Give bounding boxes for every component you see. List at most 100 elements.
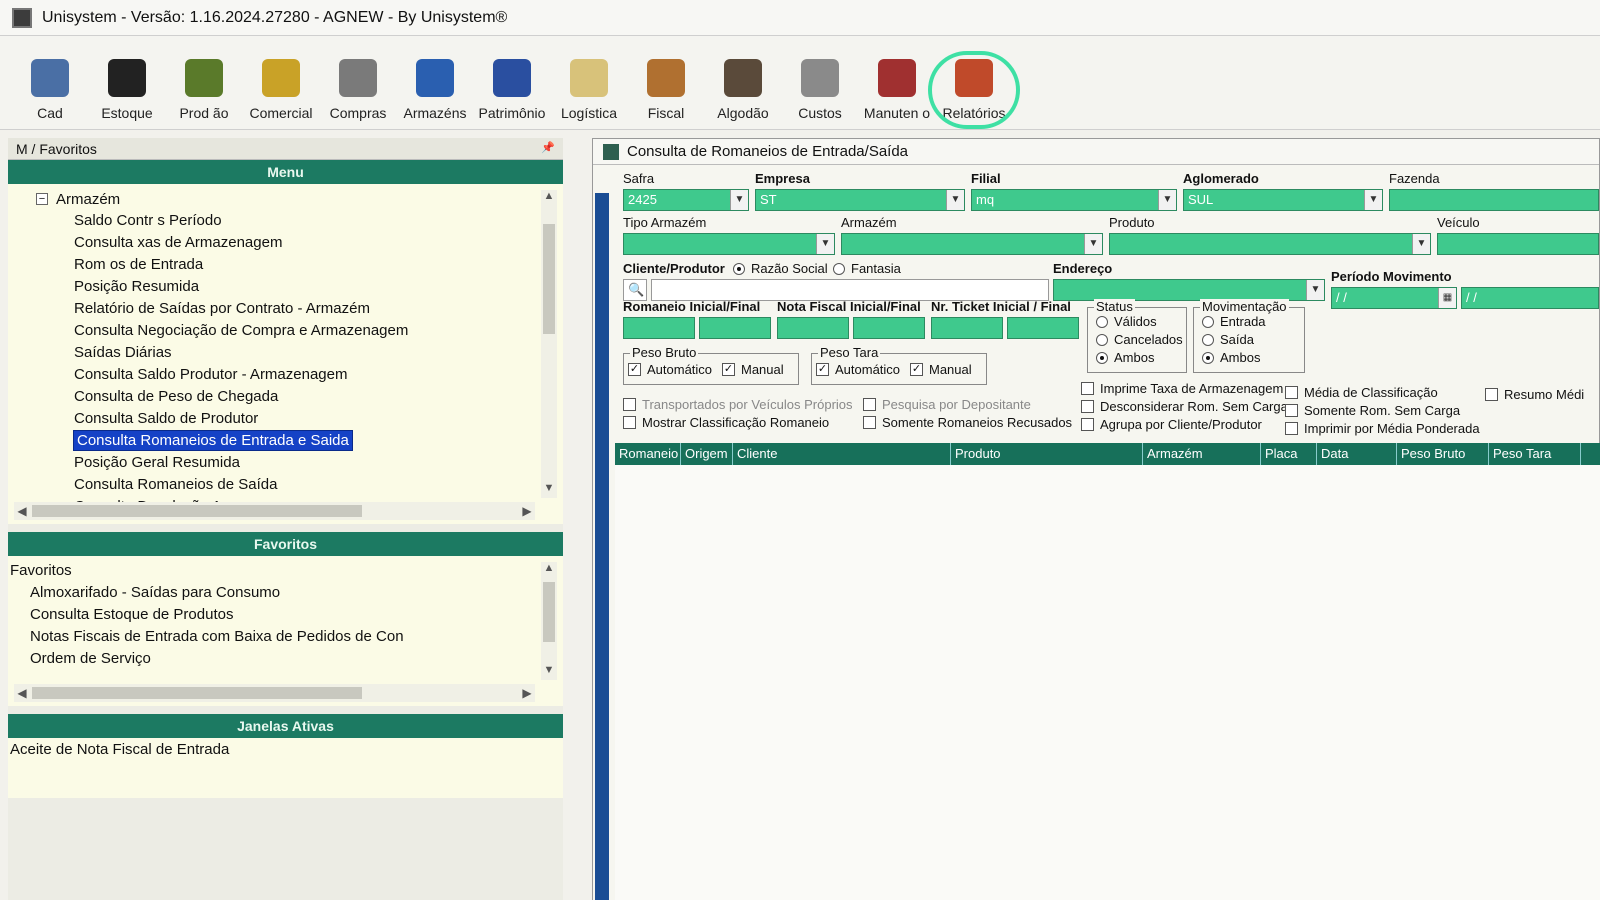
active-window-item[interactable]: Aceite de Nota Fiscal de Entrada — [8, 738, 563, 761]
razao-social-radio[interactable]: Razão Social — [733, 261, 828, 276]
peso-bruto-manual-checkbox[interactable]: ✓ Manual — [722, 362, 784, 377]
favorite-item[interactable]: Consulta Estoque de Produtos — [8, 604, 535, 626]
mov-saida-radio[interactable]: Saída — [1202, 332, 1254, 347]
favorites-vertical-scrollbar[interactable]: ▲ ▼ — [541, 562, 557, 680]
endereco-select[interactable]: ▼ — [1053, 279, 1325, 301]
nota-fiscal-inicial-input[interactable] — [777, 317, 849, 339]
favorites-horizontal-scrollbar[interactable]: ◀ ▶ — [14, 684, 535, 702]
scroll-left-icon[interactable]: ◀ — [14, 684, 30, 702]
scroll-thumb[interactable] — [543, 582, 555, 642]
menu-item[interactable]: Rom os de Entrada — [36, 254, 537, 276]
menu-item[interactable]: Consulta Romaneios de Saída — [36, 474, 537, 496]
date-from-input[interactable]: / / ▦ — [1331, 287, 1457, 309]
fantasia-radio[interactable]: Fantasia — [833, 261, 901, 276]
chevron-down-icon[interactable]: ▼ — [730, 190, 748, 210]
toolbar-button-7[interactable]: Logística — [551, 59, 627, 121]
toolbar-button-10[interactable]: Custos — [782, 59, 858, 121]
scroll-up-icon[interactable]: ▲ — [541, 190, 557, 206]
fazenda-select[interactable] — [1389, 189, 1599, 211]
toolbar-button-4[interactable]: Compras — [320, 59, 396, 121]
scroll-up-icon[interactable]: ▲ — [541, 562, 557, 578]
status-validos-radio[interactable]: Válidos — [1096, 314, 1157, 329]
scroll-right-icon[interactable]: ▶ — [519, 684, 535, 702]
peso-bruto-automatico-checkbox[interactable]: ✓ Automático — [628, 362, 712, 377]
pesquisa-depositante-checkbox[interactable]: Pesquisa por Depositante — [863, 397, 1031, 412]
menu-item[interactable]: Posição Resumida — [36, 276, 537, 298]
toolbar-button-8[interactable]: Fiscal — [628, 59, 704, 121]
column-header[interactable]: Armazém — [1143, 443, 1261, 465]
tipo-armazem-select[interactable]: ▼ — [623, 233, 835, 255]
aglomerado-select[interactable]: SUL ▼ — [1183, 189, 1383, 211]
menu-item[interactable]: Relatório de Saídas por Contrato - Armaz… — [36, 298, 537, 320]
menu-item[interactable]: Consulta xas de Armazenagem — [36, 232, 537, 254]
date-to-input[interactable]: / / — [1461, 287, 1599, 309]
empresa-select[interactable]: ST ▼ — [755, 189, 965, 211]
column-header[interactable]: Cliente — [733, 443, 951, 465]
mostrar-classificacao-checkbox[interactable]: Mostrar Classificação Romaneio — [623, 415, 829, 430]
chevron-down-icon[interactable]: ▼ — [1412, 234, 1430, 254]
menu-item[interactable]: Saldo Contr s Período — [36, 210, 537, 232]
toolbar-button-2[interactable]: Prod ão — [166, 59, 242, 121]
menu-vertical-scrollbar[interactable]: ▲ ▼ — [541, 190, 557, 498]
scroll-thumb[interactable] — [32, 505, 362, 517]
safra-select[interactable]: 2425 ▼ — [623, 189, 749, 211]
favorite-item[interactable]: Notas Fiscais de Entrada com Baixa de Pe… — [8, 626, 535, 648]
calendar-icon[interactable]: ▦ — [1438, 288, 1456, 308]
toolbar-button-1[interactable]: Estoque — [89, 59, 165, 121]
veiculo-select[interactable] — [1437, 233, 1599, 255]
menu-item[interactable]: Posição Geral Resumida — [36, 452, 537, 474]
scroll-thumb[interactable] — [543, 224, 555, 334]
column-header[interactable]: Origem — [681, 443, 733, 465]
favorite-item[interactable]: Ordem de Serviço — [8, 648, 535, 670]
ticket-inicial-input[interactable] — [931, 317, 1003, 339]
peso-tara-automatico-checkbox[interactable]: ✓ Automático — [816, 362, 900, 377]
nota-fiscal-final-input[interactable] — [853, 317, 925, 339]
menu-item[interactable]: Consulta Romaneios de Entrada e Saida — [36, 430, 537, 452]
chevron-down-icon[interactable]: ▼ — [816, 234, 834, 254]
menu-horizontal-scrollbar[interactable]: ◀ ▶ — [14, 502, 535, 520]
collapse-icon[interactable]: − — [36, 193, 48, 205]
favorite-item[interactable]: Almoxarifado - Saídas para Consumo — [8, 582, 535, 604]
column-header[interactable]: Data — [1317, 443, 1397, 465]
menu-item[interactable]: Consulta Negociação de Compra e Armazena… — [36, 320, 537, 342]
status-ambos-radio[interactable]: Ambos — [1096, 350, 1154, 365]
scroll-left-icon[interactable]: ◀ — [14, 502, 30, 520]
menu-item[interactable]: Consulta de Peso de Chegada — [36, 386, 537, 408]
column-header[interactable]: Peso Tara — [1489, 443, 1581, 465]
toolbar-button-3[interactable]: Comercial — [243, 59, 319, 121]
produto-select[interactable]: ▼ — [1109, 233, 1431, 255]
scroll-right-icon[interactable]: ▶ — [519, 502, 535, 520]
column-header[interactable]: Peso Bruto — [1397, 443, 1489, 465]
favorites-folder[interactable]: Favoritos — [8, 560, 535, 582]
peso-tara-manual-checkbox[interactable]: ✓ Manual — [910, 362, 972, 377]
toolbar-button-5[interactable]: Armazéns — [397, 59, 473, 121]
ticket-final-input[interactable] — [1007, 317, 1079, 339]
scroll-thumb[interactable] — [32, 687, 362, 699]
menu-item[interactable]: Consulta Saldo de Produtor — [36, 408, 537, 430]
column-header[interactable]: Romaneio — [615, 443, 681, 465]
results-grid-body[interactable] — [615, 465, 1600, 900]
scroll-down-icon[interactable]: ▼ — [541, 482, 557, 498]
search-client-button[interactable]: 🔍 — [623, 279, 647, 301]
chevron-down-icon[interactable]: ▼ — [1084, 234, 1102, 254]
mov-entrada-radio[interactable]: Entrada — [1202, 314, 1266, 329]
chevron-down-icon[interactable]: ▼ — [946, 190, 964, 210]
cliente-produtor-input[interactable] — [651, 279, 1049, 301]
pin-icon[interactable]: 📌 — [541, 141, 555, 156]
imprime-taxa-checkbox[interactable]: Imprime Taxa de Armazenagem — [1081, 381, 1283, 396]
somente-sem-carga-checkbox[interactable]: Somente Rom. Sem Carga — [1285, 403, 1460, 418]
mov-ambos-radio[interactable]: Ambos — [1202, 350, 1260, 365]
status-cancelados-radio[interactable]: Cancelados — [1096, 332, 1183, 347]
armazem-select[interactable]: ▼ — [841, 233, 1103, 255]
toolbar-button-9[interactable]: Algodão — [705, 59, 781, 121]
chevron-down-icon[interactable]: ▼ — [1364, 190, 1382, 210]
toolbar-button-11[interactable]: Manuten o — [859, 59, 935, 121]
imprimir-media-ponderada-checkbox[interactable]: Imprimir por Média Ponderada — [1285, 421, 1480, 436]
toolbar-button-6[interactable]: Patrimônio — [474, 59, 550, 121]
transportados-checkbox[interactable]: Transportados por Veículos Próprios — [623, 397, 853, 412]
chevron-down-icon[interactable]: ▼ — [1158, 190, 1176, 210]
romaneio-inicial-input[interactable] — [623, 317, 695, 339]
chevron-down-icon[interactable]: ▼ — [1306, 280, 1324, 300]
toolbar-button-0[interactable]: Cad — [12, 59, 88, 121]
filial-select[interactable]: mq ▼ — [971, 189, 1177, 211]
